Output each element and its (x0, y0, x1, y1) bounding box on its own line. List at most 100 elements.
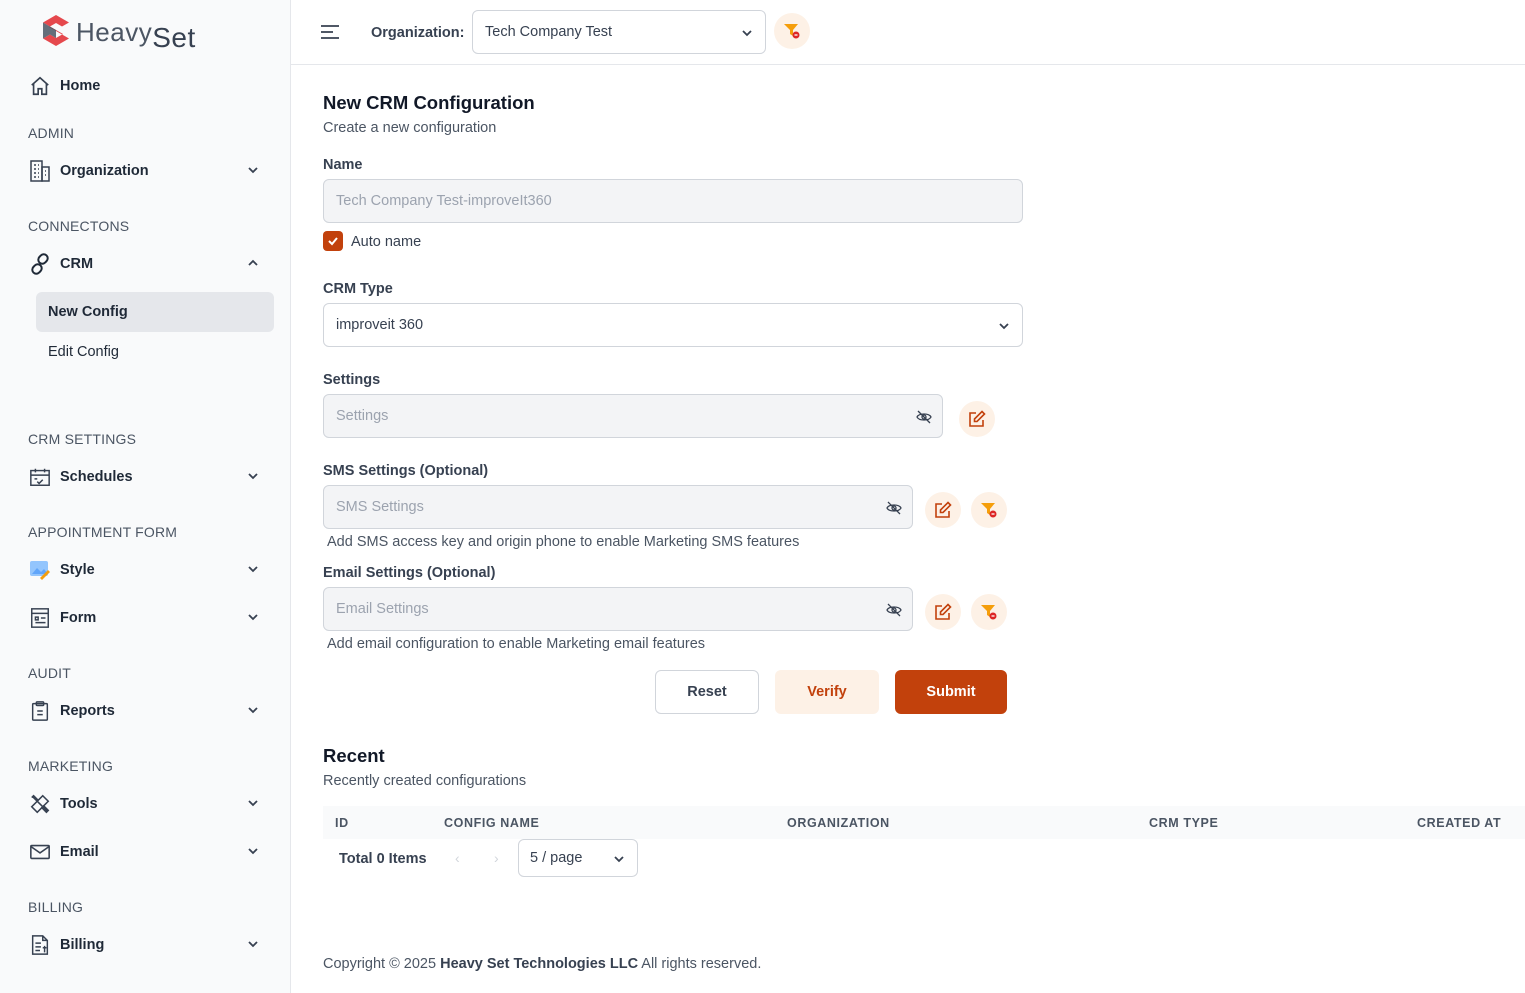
name-label: Name (323, 157, 363, 173)
clipboard-icon (28, 699, 52, 723)
name-input[interactable]: Tech Company Test-improveIt360 (323, 179, 1023, 223)
chevron-down-icon (248, 848, 258, 855)
sidebar-item-label: Reports (60, 703, 115, 719)
submit-button[interactable]: Submit (895, 670, 1007, 714)
sidebar-item-label: Email (60, 844, 99, 860)
sms-settings-edit-button[interactable] (925, 492, 961, 528)
mail-icon (28, 840, 52, 864)
email-settings-edit-button[interactable] (925, 594, 961, 630)
sidebar-subitem-edit-config[interactable]: Edit Config (36, 332, 274, 372)
invoice-icon (28, 933, 52, 957)
sidebar-item-schedules[interactable]: Schedules (28, 463, 263, 491)
sidebar-item-reports[interactable]: Reports (28, 697, 263, 725)
filter-clear-icon (981, 503, 997, 518)
home-icon (28, 74, 52, 98)
sidebar-item-label: CRM (60, 256, 94, 272)
page-subtitle: Create a new configuration (323, 120, 497, 136)
edit-icon (935, 603, 952, 620)
sidebar-item-form[interactable]: Form (28, 604, 263, 632)
email-settings-label: Email Settings (Optional) (323, 565, 496, 581)
building-icon (28, 159, 52, 183)
column-header-organization[interactable]: ORGANIZATION (787, 816, 890, 830)
sidebar-item-crm[interactable]: CRM (28, 250, 263, 278)
recent-subtitle: Recently created configurations (323, 773, 527, 789)
sidebar-item-style[interactable]: Style (28, 556, 263, 584)
auto-name-checkbox[interactable] (323, 231, 343, 251)
sms-settings-clear-button[interactable] (971, 492, 1007, 528)
check-icon (328, 237, 338, 246)
settings-placeholder: Settings (336, 408, 389, 424)
sidebar-item-label: Form (60, 610, 97, 626)
crm-type-select[interactable]: improveit 360 (323, 303, 1023, 347)
sidebar-item-tools[interactable]: Tools (28, 790, 263, 818)
sidebar-item-organization[interactable]: Organization (28, 157, 263, 185)
column-header-id[interactable]: ID (335, 816, 349, 830)
chevron-down-icon (248, 473, 258, 480)
page-title: New CRM Configuration (323, 92, 535, 113)
auto-name-label: Auto name (351, 234, 422, 250)
column-header-created-at[interactable]: CREATED AT (1417, 816, 1501, 830)
section-audit: AUDIT (28, 665, 71, 681)
sidebar-item-billing[interactable]: Billing (28, 931, 263, 959)
section-billing: BILLING (28, 899, 84, 915)
section-crm-settings: CRM SETTINGS (28, 431, 137, 447)
sidebar-item-email[interactable]: Email (28, 838, 263, 866)
pagination-prev-icon[interactable]: ‹ (455, 850, 460, 866)
chevron-down-icon (999, 323, 1009, 330)
recent-title: Recent (323, 745, 385, 766)
form-icon (28, 606, 52, 630)
organization-label: Organization: (371, 25, 465, 41)
sidebar-item-label: Schedules (60, 469, 133, 485)
section-marketing: MARKETING (28, 758, 114, 774)
sms-settings-input[interactable]: SMS Settings (323, 485, 913, 529)
settings-label: Settings (323, 372, 381, 388)
page-size-select[interactable]: 5 / page (518, 839, 638, 877)
column-header-crm-type[interactable]: CRM TYPE (1149, 816, 1218, 830)
edit-icon (935, 501, 952, 518)
footer-company: Heavy Set Technologies LLC (440, 956, 639, 972)
email-settings-placeholder: Email Settings (336, 601, 429, 617)
brand-name: HeavySet (76, 17, 196, 53)
heavyset-logo-icon (43, 15, 69, 46)
sidebar-item-label: Home (60, 78, 101, 94)
settings-input[interactable]: Settings (323, 394, 943, 438)
email-settings-input[interactable]: Email Settings (323, 587, 913, 631)
footer-prefix: Copyright © 2025 (323, 956, 437, 972)
clear-filter-button[interactable] (774, 13, 810, 49)
paint-image-icon (28, 558, 52, 582)
eye-off-icon[interactable] (886, 602, 902, 618)
sidebar-item-home[interactable]: Home (28, 72, 263, 100)
crm-type-select-value: improveit 360 (336, 317, 424, 333)
sidebar-subitem-new-config[interactable]: New Config (36, 292, 274, 332)
footer-copyright: Copyright © 2025 Heavy Set Technologies … (323, 956, 761, 972)
email-settings-hint: Add email configuration to enable Market… (327, 636, 706, 652)
sms-settings-hint: Add SMS access key and origin phone to e… (327, 534, 800, 550)
pagination-next-icon[interactable]: › (494, 850, 499, 866)
filter-clear-icon (981, 605, 997, 620)
sidebar-item-label: Organization (60, 163, 149, 179)
settings-edit-button[interactable] (959, 401, 995, 437)
column-header-config-name[interactable]: CONFIG NAME (444, 816, 540, 830)
email-settings-clear-button[interactable] (971, 594, 1007, 630)
chevron-down-icon (248, 614, 258, 621)
organization-select[interactable]: Tech Company Test (472, 10, 766, 54)
tools-icon (28, 792, 52, 816)
link-icon (28, 252, 52, 276)
menu-toggle-icon[interactable] (320, 23, 340, 41)
sms-settings-label: SMS Settings (Optional) (323, 463, 489, 479)
chevron-down-icon (248, 941, 258, 948)
verify-button[interactable]: Verify (775, 670, 879, 714)
chevron-down-icon (248, 566, 258, 573)
sidebar-item-label: Billing (60, 937, 105, 953)
recent-table-header: ID CONFIG NAME ORGANIZATION CRM TYPE CRE… (323, 806, 1525, 839)
reset-button[interactable]: Reset (655, 670, 759, 714)
section-admin: ADMIN (28, 125, 75, 141)
brand-logo[interactable]: HeavySet (40, 14, 196, 53)
footer-suffix: All rights reserved. (641, 956, 762, 972)
eye-off-icon[interactable] (916, 409, 932, 425)
section-connections: CONNECTONS (28, 218, 130, 234)
top-header: Organization: Tech Company Test (291, 0, 1525, 65)
eye-off-icon[interactable] (886, 500, 902, 516)
organization-select-value: Tech Company Test (485, 24, 613, 40)
pagination-total: Total 0 Items (339, 851, 427, 867)
